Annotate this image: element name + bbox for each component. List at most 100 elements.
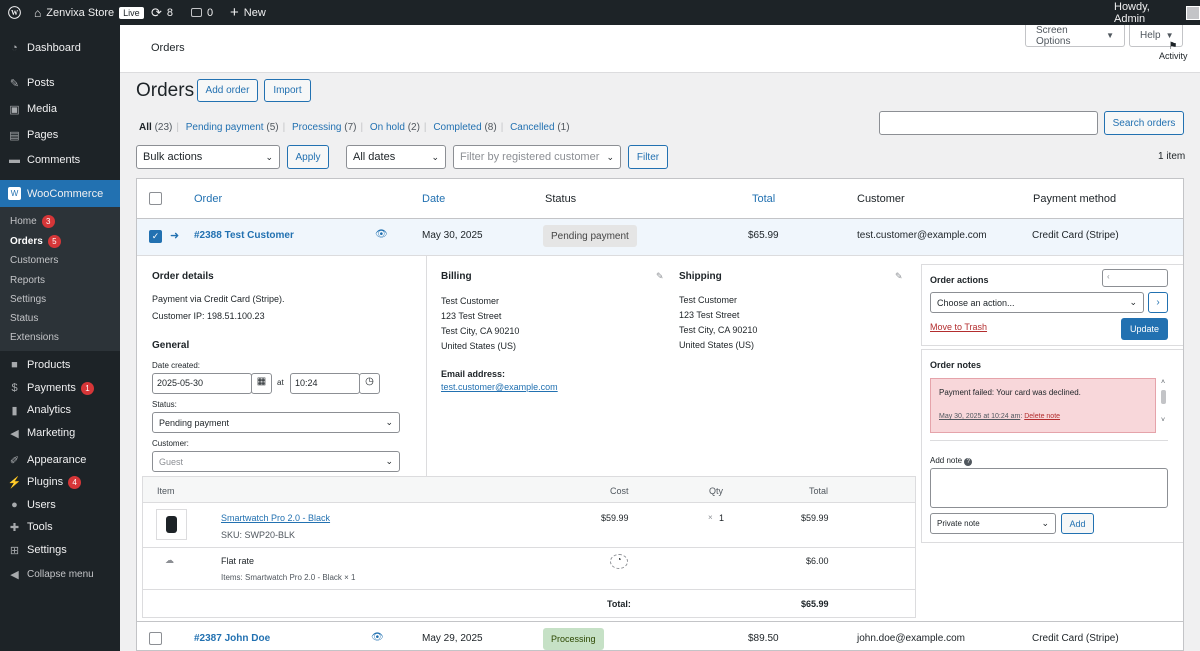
edit-pencil-icon[interactable]: ✎ bbox=[656, 271, 664, 282]
move-to-trash-link[interactable]: Move to Trash bbox=[930, 322, 987, 332]
site-name-link[interactable]: ⌂ Zenvixa Store Live bbox=[34, 0, 144, 25]
update-button[interactable]: Update bbox=[1121, 318, 1168, 340]
order-total-label: Total: bbox=[607, 599, 631, 609]
add-note-textarea[interactable] bbox=[930, 468, 1168, 508]
select-all-checkbox[interactable] bbox=[149, 192, 162, 205]
menu-dashboard[interactable]: ◔ Dashboard bbox=[0, 38, 120, 58]
menu-media[interactable]: ▣ Media bbox=[0, 99, 120, 119]
search-orders-button[interactable]: Search orders bbox=[1104, 111, 1184, 135]
menu-payments[interactable]: $ Payments 1 bbox=[0, 378, 120, 398]
menu-appearance[interactable]: ✐ Appearance bbox=[0, 450, 120, 470]
submenu-extensions[interactable]: Extensions bbox=[10, 332, 59, 343]
new-content-link[interactable]: + New bbox=[230, 0, 266, 25]
submenu-customers[interactable]: Customers bbox=[10, 255, 58, 266]
notes-scrollbar[interactable]: ˄ ˅ bbox=[1158, 378, 1168, 433]
menu-plugins[interactable]: ⚡ Plugins 4 bbox=[0, 472, 120, 492]
import-button[interactable]: Import bbox=[264, 79, 311, 102]
note-type-select[interactable]: Private note ⌄ bbox=[930, 513, 1056, 534]
menu-posts[interactable]: ✎ Posts bbox=[0, 73, 120, 93]
updates-link[interactable]: ⟳ 8 bbox=[151, 0, 173, 25]
calendar-icon[interactable]: ▦ bbox=[251, 373, 272, 394]
edit-pencil-icon[interactable]: ✎ bbox=[895, 271, 903, 282]
billing-line: United States (US) bbox=[441, 341, 517, 351]
menu-label: Plugins bbox=[27, 476, 64, 488]
submenu-settings[interactable]: Settings bbox=[10, 294, 46, 305]
column-order[interactable]: Order bbox=[194, 193, 222, 205]
menu-tools[interactable]: ✚ Tools bbox=[0, 517, 120, 537]
email-link[interactable]: test.customer@example.com bbox=[441, 382, 558, 392]
date-created-label: Date created: bbox=[152, 361, 201, 370]
orders-table: Order Date Status Total Customer Payment… bbox=[136, 178, 1184, 651]
filter-all[interactable]: All (23) bbox=[139, 122, 172, 133]
scrollbar-thumb[interactable] bbox=[1160, 390, 1166, 404]
column-date[interactable]: Date bbox=[422, 193, 445, 205]
filter-completed[interactable]: Completed bbox=[433, 122, 481, 133]
customer-filter-select[interactable]: Filter by registered customer ⌄ bbox=[453, 145, 621, 169]
order-date: May 29, 2025 bbox=[422, 633, 483, 644]
submenu-reports[interactable]: Reports bbox=[10, 275, 45, 286]
filter-processing[interactable]: Processing bbox=[292, 122, 341, 133]
scroll-down-icon[interactable]: ˅ bbox=[1158, 416, 1168, 426]
menu-analytics[interactable]: ▮ Analytics bbox=[0, 400, 120, 420]
table-row[interactable]: #2387 John Doe 👁 May 29, 2025 Processing… bbox=[137, 621, 1183, 651]
caret-down-icon: ▼ bbox=[1106, 31, 1114, 40]
preview-eye-icon[interactable]: 👁 bbox=[375, 229, 388, 240]
avatar bbox=[1186, 5, 1200, 20]
product-link[interactable]: Smartwatch Pro 2.0 - Black bbox=[221, 513, 330, 523]
filter-cancelled[interactable]: Cancelled bbox=[510, 122, 554, 133]
menu-marketing[interactable]: ◀ Marketing bbox=[0, 423, 120, 443]
filter-pending[interactable]: Pending payment bbox=[186, 122, 264, 133]
menu-comments[interactable]: ▬ Comments bbox=[0, 150, 120, 170]
delete-note-link[interactable]: Delete note bbox=[1024, 413, 1060, 420]
menu-products[interactable]: ■ Products bbox=[0, 355, 120, 375]
email-label: Email address: bbox=[441, 369, 506, 379]
chevron-down-icon: ⌄ bbox=[606, 151, 614, 162]
activity-button[interactable]: ⚑ Activity bbox=[1159, 42, 1188, 62]
help-icon[interactable]: ? bbox=[964, 458, 973, 466]
date-created-input[interactable]: 2025-05-30 bbox=[152, 373, 252, 394]
submenu-orders[interactable]: Orders 5 bbox=[10, 235, 61, 248]
table-row[interactable]: ✓ ➜ #2388 Test Customer 👁 May 30, 2025 P… bbox=[137, 219, 1183, 255]
apply-action-arrow-icon[interactable]: › bbox=[1148, 292, 1168, 313]
page-title: Orders bbox=[136, 80, 195, 101]
menu-woocommerce[interactable]: W WooCommerce bbox=[0, 180, 120, 207]
expand-arrow-icon[interactable]: ➜ bbox=[170, 229, 179, 242]
dates-select[interactable]: All dates ⌄ bbox=[346, 145, 446, 169]
preview-eye-icon[interactable]: 👁 bbox=[371, 632, 384, 643]
order-action-select[interactable]: Choose an action... ⌄ bbox=[930, 292, 1144, 313]
status-select[interactable]: Pending payment ⌄ bbox=[152, 412, 400, 433]
menu-pages[interactable]: ▤ Pages bbox=[0, 125, 120, 145]
submenu-home[interactable]: Home 3 bbox=[10, 215, 55, 228]
add-order-button[interactable]: Add order bbox=[197, 79, 258, 102]
bulk-actions-select[interactable]: Bulk actions ⌄ bbox=[136, 145, 280, 169]
search-input[interactable] bbox=[879, 111, 1098, 135]
row-checkbox[interactable] bbox=[149, 632, 162, 645]
order-link[interactable]: #2388 Test Customer bbox=[194, 230, 294, 241]
filter-on-hold[interactable]: On hold bbox=[370, 122, 405, 133]
account-menu[interactable]: Howdy, Admin bbox=[1114, 0, 1200, 25]
menu-settings[interactable]: ⊞ Settings bbox=[0, 540, 120, 560]
submenu-status[interactable]: Status bbox=[10, 313, 38, 324]
product-thumbnail bbox=[156, 509, 187, 540]
filter-count: (7) bbox=[344, 122, 357, 133]
action-search-input[interactable]: ‹ bbox=[1102, 269, 1168, 287]
status-label: Status: bbox=[152, 400, 177, 409]
add-note-button[interactable]: Add bbox=[1061, 513, 1094, 534]
column-total[interactable]: Total bbox=[752, 193, 775, 205]
customer-email: john.doe@example.com bbox=[857, 633, 965, 644]
screen-options-button[interactable]: Screen Options ▼ bbox=[1025, 25, 1125, 47]
analytics-icon: ▮ bbox=[11, 404, 18, 417]
filter-button[interactable]: Filter bbox=[628, 145, 668, 169]
apply-button[interactable]: Apply bbox=[287, 145, 329, 169]
comments-link[interactable]: 0 bbox=[191, 0, 213, 25]
wordpress-logo-icon[interactable]: W bbox=[8, 0, 21, 25]
customer-select[interactable]: Guest ⌄ bbox=[152, 451, 400, 472]
input-value: 10:24 bbox=[295, 378, 318, 388]
row-checkbox[interactable]: ✓ bbox=[149, 230, 162, 243]
menu-users[interactable]: ● Users bbox=[0, 495, 120, 515]
shipping-method: Flat rate bbox=[221, 556, 255, 566]
time-input[interactable]: 10:24 bbox=[290, 373, 360, 394]
order-link[interactable]: #2387 John Doe bbox=[194, 633, 270, 644]
clock-icon[interactable]: ◷ bbox=[359, 373, 380, 394]
collapse-menu[interactable]: ◀ Collapse menu bbox=[0, 564, 120, 584]
